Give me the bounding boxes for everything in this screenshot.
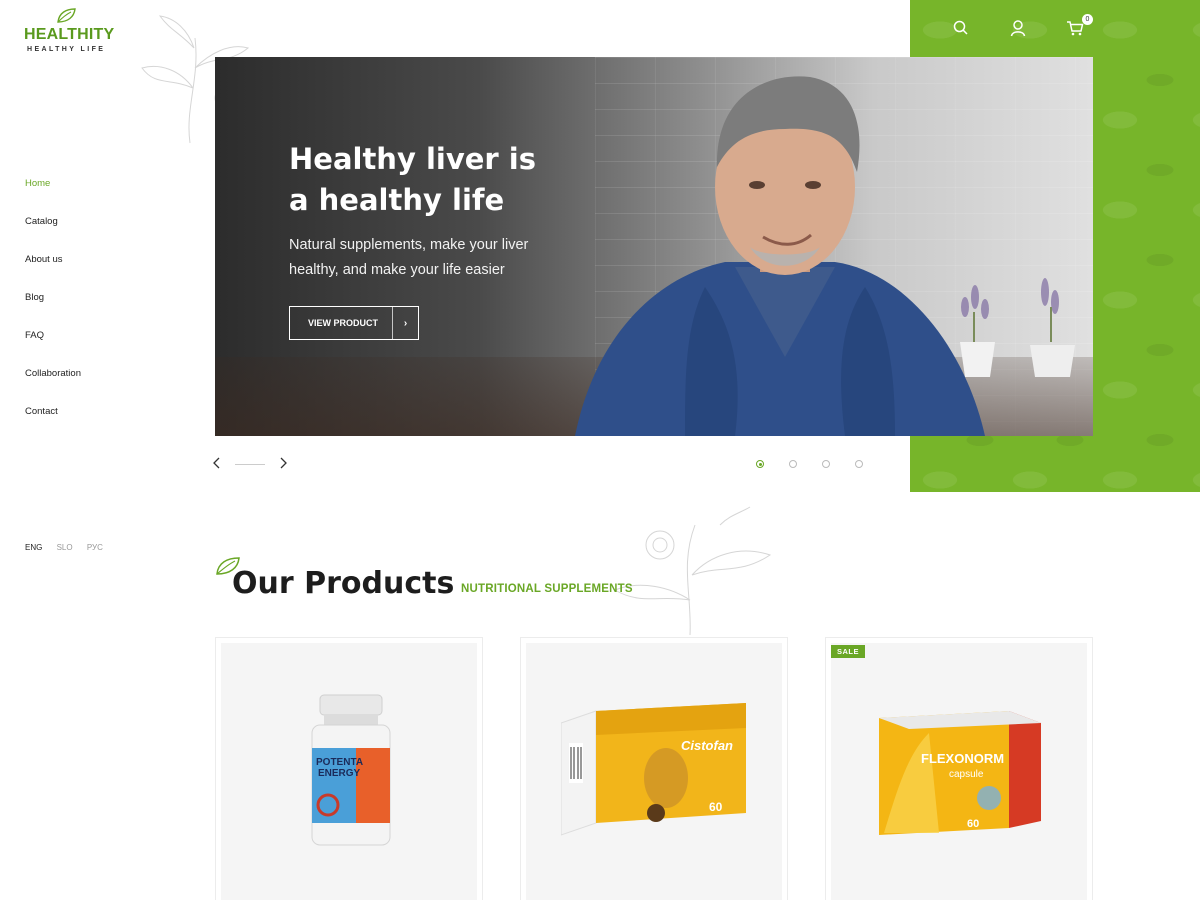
product-image-bottle: POTENTA ENERGY <box>311 694 391 846</box>
section-subtitle: NUTRITIONAL SUPPLEMENTS <box>461 583 633 595</box>
slider-dot-4[interactable] <box>855 460 863 468</box>
brand-tagline: HEALTHY LIFE <box>27 46 106 53</box>
search-icon[interactable] <box>952 19 970 37</box>
view-product-button-label: VIEW PRODUCT <box>308 318 379 328</box>
lang-slo[interactable]: SLO <box>57 543 73 552</box>
svg-text:POTENTA: POTENTA <box>316 757 363 768</box>
slider-dot-2[interactable] <box>789 460 797 468</box>
lang-eng[interactable]: ENG <box>25 543 42 552</box>
nav-item-home[interactable]: Home <box>25 178 81 216</box>
nav-item-collaboration[interactable]: Collaboration <box>25 368 81 406</box>
svg-text:ENERGY: ENERGY <box>318 768 361 779</box>
brand-name: HEALTHITY <box>24 26 115 43</box>
slider-progress-line <box>235 464 265 465</box>
cart-icon[interactable] <box>1066 19 1084 37</box>
nav-item-contact[interactable]: Contact <box>25 406 81 444</box>
product-image-area: Cistofan 60 <box>526 643 782 900</box>
svg-text:capsule: capsule <box>949 769 984 780</box>
product-card[interactable]: Cistofan 60 <box>520 637 788 900</box>
nav-item-about-us[interactable]: About us <box>25 254 81 292</box>
nav-item-catalog[interactable]: Catalog <box>25 216 81 254</box>
svg-text:Cistofan: Cistofan <box>681 738 733 753</box>
herb-illustration <box>613 506 772 636</box>
view-product-button[interactable]: VIEW PRODUCT › <box>289 306 419 340</box>
product-card[interactable]: POTENTA ENERGY <box>215 637 483 900</box>
sale-badge: SALE <box>831 645 866 658</box>
hero-banner: Healthy liver is a healthy life Natural … <box>215 57 1093 436</box>
svg-text:60: 60 <box>709 800 723 814</box>
product-card[interactable]: FLEXONORM capsule 60 SALE <box>825 637 1093 900</box>
leaf-icon <box>57 8 76 23</box>
slider-prev-arrow-icon[interactable] <box>211 456 223 470</box>
slider-next-arrow-icon[interactable] <box>277 456 289 470</box>
slider-dot-1[interactable] <box>756 460 764 468</box>
chevron-right-icon: › <box>403 317 408 329</box>
main-navigation: Home Catalog About us Blog FAQ Collabora… <box>25 178 81 444</box>
hero-title: Healthy liver is a healthy life <box>289 142 537 217</box>
cart-count-badge: 0 <box>1082 14 1093 25</box>
nav-item-faq[interactable]: FAQ <box>25 330 81 368</box>
product-image-box: Cistofan 60 <box>561 703 746 836</box>
user-icon[interactable] <box>1009 19 1027 37</box>
slider-dot-3[interactable] <box>822 460 830 468</box>
language-switcher: ENG SLO РУС <box>25 543 115 552</box>
product-image-box: FLEXONORM capsule 60 <box>879 711 1041 835</box>
product-image-area: POTENTA ENERGY <box>221 643 477 900</box>
section-title: Our Products <box>232 566 455 601</box>
product-image-area: FLEXONORM capsule 60 <box>831 643 1087 900</box>
hero-man-photo <box>575 76 985 436</box>
nav-item-blog[interactable]: Blog <box>25 292 81 330</box>
lang-rus[interactable]: РУС <box>87 543 103 552</box>
svg-text:FLEXONORM: FLEXONORM <box>921 751 1004 766</box>
svg-text:60: 60 <box>967 818 979 830</box>
hero-subtitle: Natural supplements, make your liver hea… <box>289 237 529 278</box>
